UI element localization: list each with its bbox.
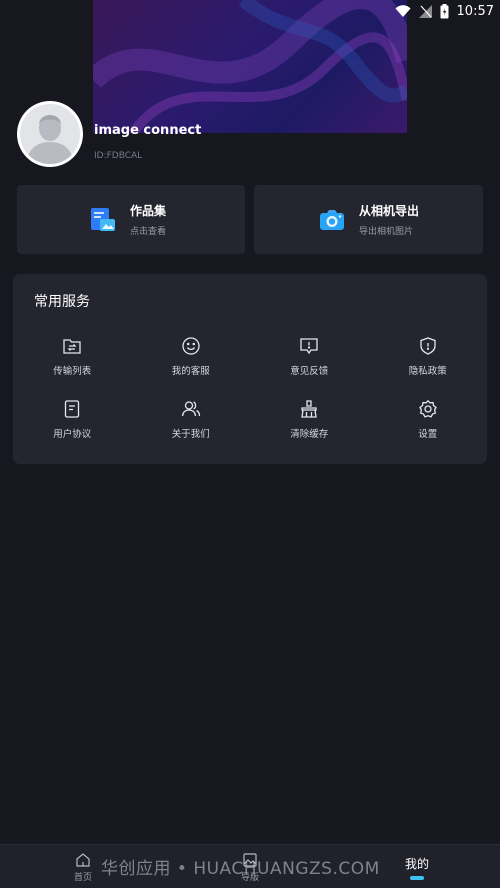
service-label: 意见反馈 <box>290 366 329 377</box>
service-label: 清除缓存 <box>290 429 329 440</box>
service-settings[interactable]: 设置 <box>369 399 488 440</box>
signal-icon <box>418 4 432 18</box>
portfolio-icon <box>91 207 115 231</box>
privacy-shield-icon <box>420 337 436 355</box>
service-transfer-list[interactable]: 传输列表 <box>13 336 132 377</box>
agreement-icon <box>65 400 80 418</box>
camera-export-card-subtitle: 导出相机图片 <box>359 227 414 237</box>
portfolio-card-subtitle: 点击查看 <box>130 227 167 237</box>
default-avatar-icon <box>20 104 80 164</box>
service-label: 传输列表 <box>53 366 92 377</box>
camera-export-card[interactable]: 从相机导出 导出相机图片 <box>254 185 483 254</box>
nav-mine-label: 我的 <box>404 856 429 871</box>
feedback-icon <box>300 338 318 355</box>
camera-export-card-title: 从相机导出 <box>359 204 420 218</box>
wifi-icon <box>395 5 411 17</box>
camera-icon <box>320 209 344 230</box>
service-privacy-policy[interactable]: 隐私政策 <box>369 336 488 377</box>
common-services-panel: 常用服务 传输列表 我的客服 意见反馈 隐私政策 用户协议 关于我们 清除缓存 … <box>13 274 487 464</box>
service-clear-cache[interactable]: 清除缓存 <box>250 399 369 440</box>
home-icon <box>76 852 90 867</box>
customer-service-icon <box>182 337 200 355</box>
service-label: 设置 <box>418 429 438 440</box>
transfer-list-icon <box>63 339 81 354</box>
battery-icon <box>440 3 449 18</box>
watermark: 华创应用 • HUACHUANGZS.COM <box>101 859 380 879</box>
status-time: 10:57 <box>456 3 494 19</box>
portfolio-card[interactable]: 作品集 点击查看 <box>17 185 245 254</box>
settings-gear-icon <box>418 399 437 418</box>
clear-cache-icon <box>301 400 317 418</box>
portfolio-card-title: 作品集 <box>130 204 167 218</box>
service-customer-service[interactable]: 我的客服 <box>132 336 251 377</box>
service-user-agreement[interactable]: 用户协议 <box>13 399 132 440</box>
service-label: 关于我们 <box>171 429 210 440</box>
status-bar: 10:57 <box>0 0 500 22</box>
service-feedback[interactable]: 意见反馈 <box>250 336 369 377</box>
service-label: 隐私政策 <box>408 366 447 377</box>
service-label: 我的客服 <box>171 366 210 377</box>
avatar[interactable] <box>17 101 83 167</box>
about-us-icon <box>181 401 200 417</box>
profile-id: ID:FDBCAL <box>94 151 143 161</box>
services-grid: 传输列表 我的客服 意见反馈 隐私政策 用户协议 关于我们 清除缓存 设置 <box>13 336 487 440</box>
nav-home-label: 首页 <box>73 872 92 883</box>
service-label: 用户协议 <box>53 429 92 440</box>
profile-name: image connect <box>94 123 202 138</box>
services-title: 常用服务 <box>34 294 90 310</box>
nav-active-indicator <box>410 875 424 880</box>
nav-mine[interactable]: 我的 <box>377 845 457 888</box>
service-about-us[interactable]: 关于我们 <box>132 399 251 440</box>
